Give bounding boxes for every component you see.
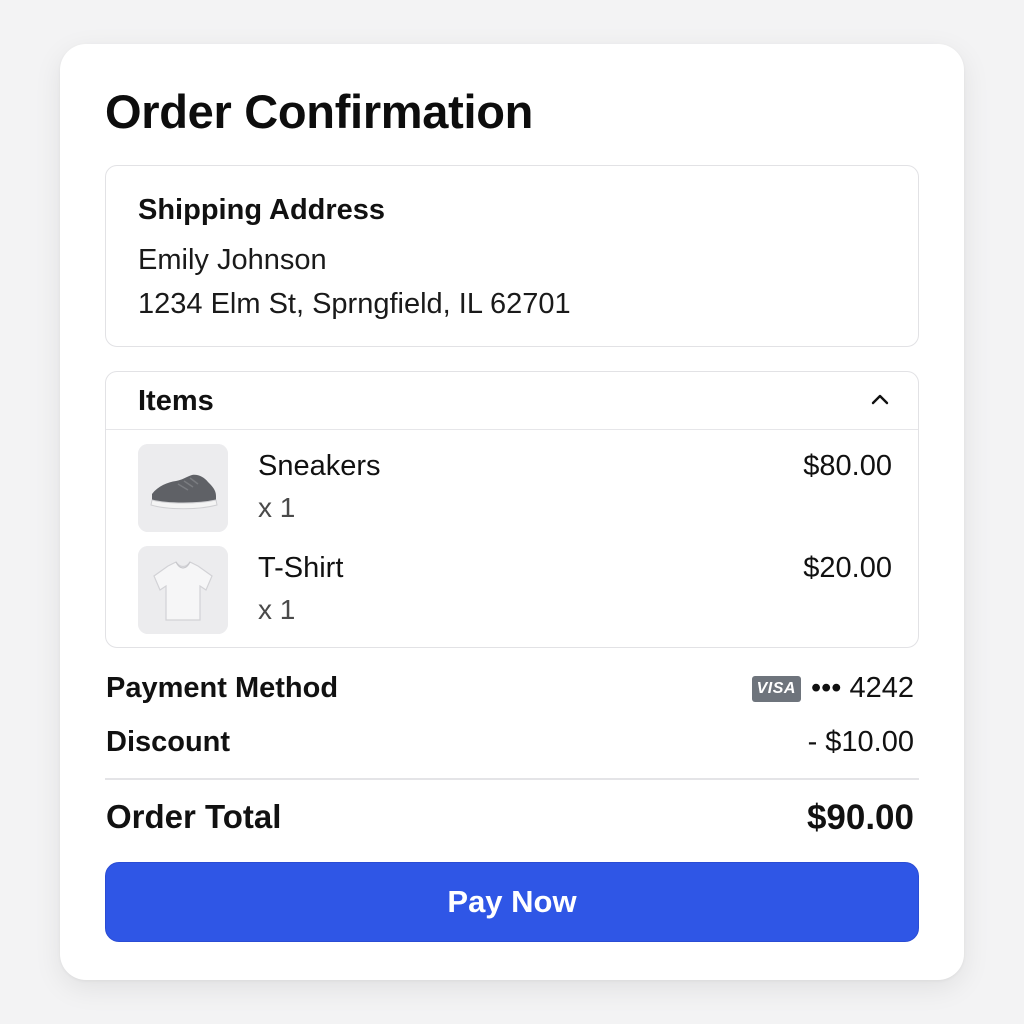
sneaker-image [138, 444, 228, 532]
item-price: $80.00 [803, 450, 892, 482]
order-total-label: Order Total [106, 798, 282, 835]
order-card: Order Confirmation Shipping Address Emil… [60, 44, 964, 980]
list-item: Sneakers x 1 $80.00 [106, 444, 918, 536]
list-item: T-Shirt x 1 $20.00 [106, 546, 918, 638]
item-price: $20.00 [803, 552, 892, 584]
divider [105, 778, 919, 780]
order-total-value: $90.00 [806, 798, 914, 837]
discount-label: Discount [106, 726, 231, 758]
item-qty: x 1 [258, 492, 296, 523]
chevron-up-icon[interactable] [868, 388, 892, 412]
card-number-masked: ••• 4242 [810, 672, 914, 704]
shipping-name: Emily Johnson [138, 244, 327, 276]
item-name: Sneakers [258, 450, 381, 482]
item-name: T-Shirt [258, 552, 344, 584]
payment-method-value[interactable]: VISA ••• 4242 [751, 672, 914, 705]
payment-method-label: Payment Method [106, 672, 339, 704]
shipping-panel: Shipping Address Emily Johnson 1234 Elm … [105, 165, 919, 347]
pay-now-button[interactable]: Pay Now [105, 862, 919, 942]
item-qty: x 1 [258, 594, 296, 625]
discount-value: - $10.00 [807, 726, 914, 758]
shipping-address: 1234 Elm St, Sprngfield, IL 62701 [138, 288, 571, 320]
page-title: Order Confirmation [105, 85, 534, 138]
shipping-heading: Shipping Address [138, 194, 386, 226]
items-panel: Items Sneakers x 1 $80.00 T-Shirt x 1 $2… [105, 371, 919, 648]
items-heading: Items [138, 385, 214, 417]
visa-icon: VISA [751, 675, 801, 702]
tshirt-image [138, 546, 228, 634]
items-header[interactable]: Items [106, 372, 918, 430]
